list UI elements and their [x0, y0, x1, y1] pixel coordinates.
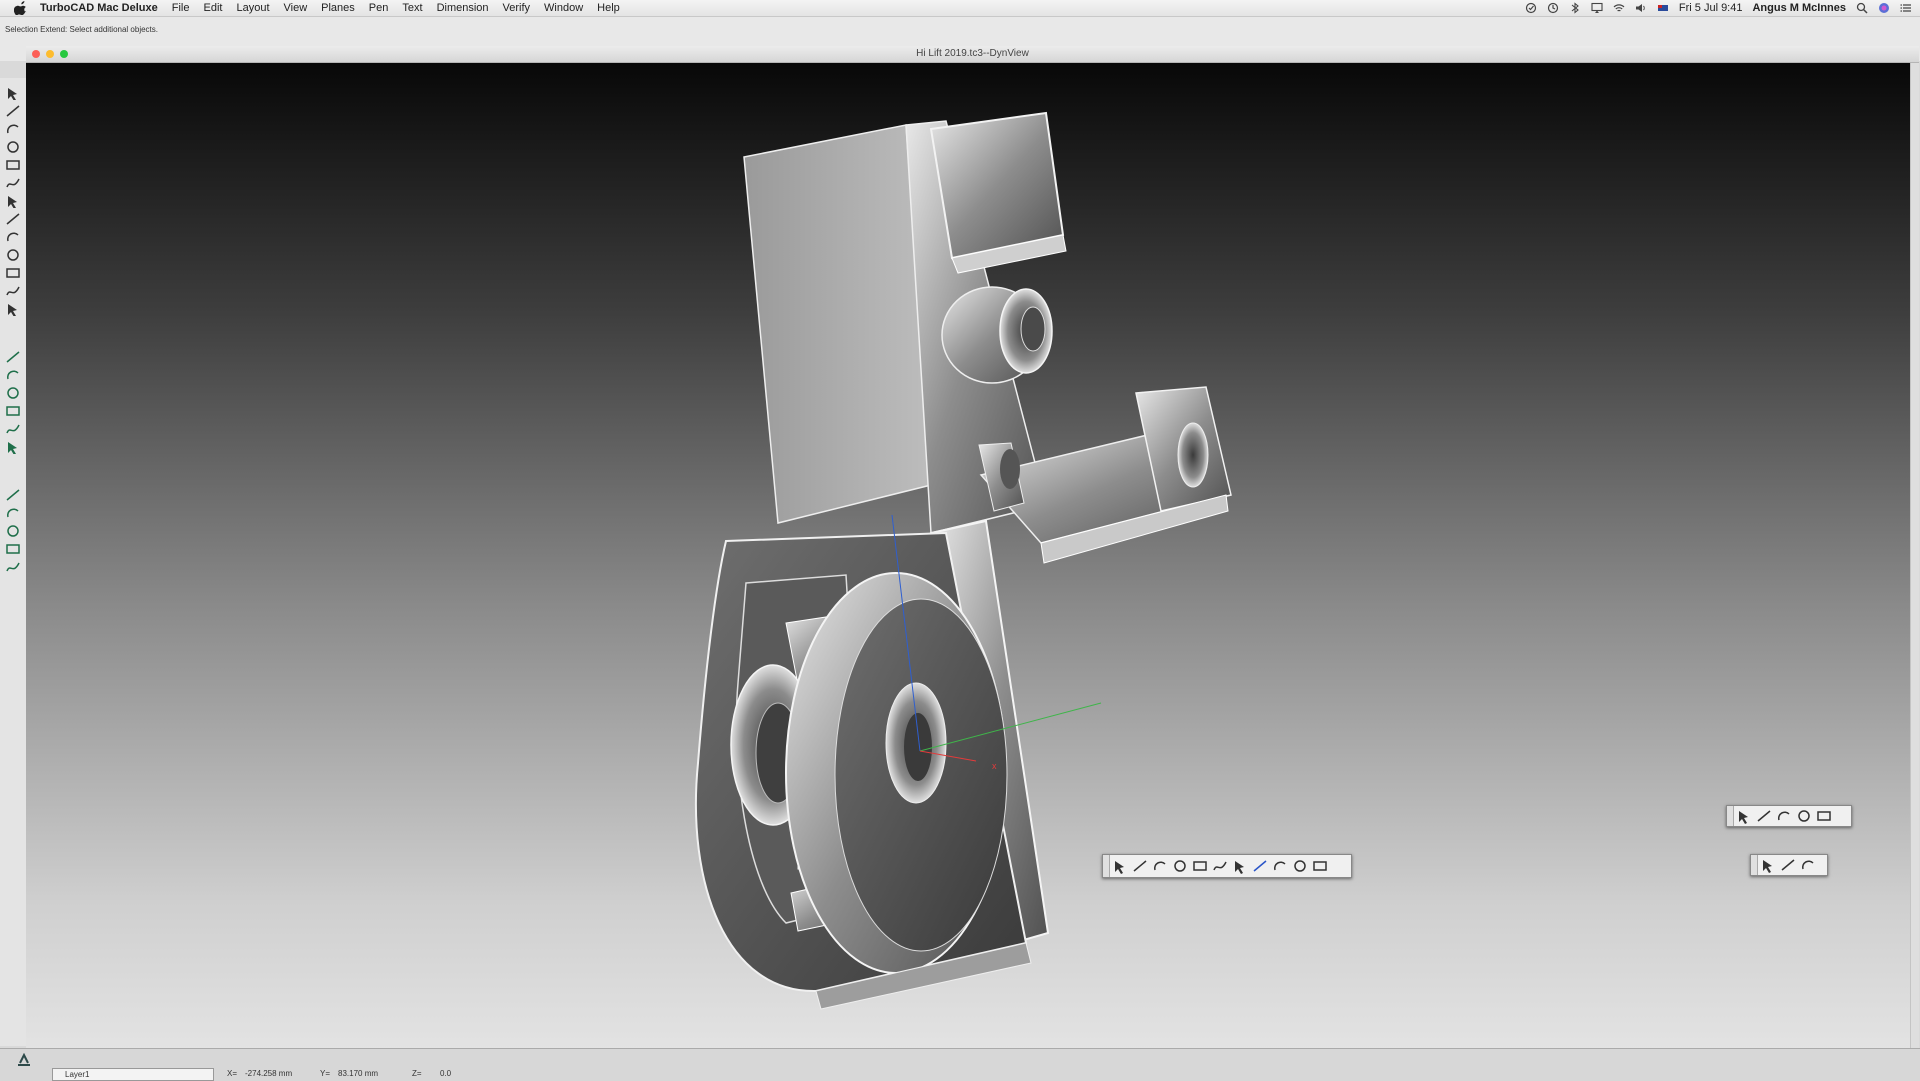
z-coord-label: Z=: [412, 1069, 422, 1078]
menu-help[interactable]: Help: [597, 2, 620, 14]
auto-dimension-icon[interactable]: [5, 230, 21, 244]
render-icon[interactable]: [5, 542, 21, 556]
menu-user[interactable]: Angus M McInnes: [1752, 2, 1846, 14]
arc-icon[interactable]: [5, 122, 21, 136]
boolean-icon[interactable]: [5, 440, 21, 455]
apple-icon[interactable]: [14, 1, 28, 15]
snap-line2-icon[interactable]: [1754, 806, 1774, 826]
orbit-icon[interactable]: [1170, 856, 1190, 876]
notification-center-icon[interactable]: [1900, 2, 1912, 14]
menu-bar: TurboCAD Mac Deluxe File Edit Layout Vie…: [0, 0, 1920, 17]
menu-clock[interactable]: Fri 5 Jul 9:41: [1679, 2, 1743, 14]
box-3d-icon[interactable]: [5, 350, 21, 364]
airplay-icon[interactable]: [1591, 2, 1603, 14]
material-icon[interactable]: [5, 560, 21, 574]
solid-edit-icon[interactable]: [5, 524, 21, 538]
wireframe-icon[interactable]: [1290, 856, 1310, 876]
volume-icon[interactable]: [1635, 2, 1647, 14]
zoom-icon[interactable]: [1110, 856, 1130, 876]
text-icon[interactable]: [5, 212, 21, 226]
app-name-menu[interactable]: TurboCAD Mac Deluxe: [40, 2, 158, 14]
menu-verify[interactable]: Verify: [503, 2, 531, 14]
menu-layout[interactable]: Layout: [236, 2, 269, 14]
section-icon[interactable]: [5, 488, 21, 502]
pointer-icon[interactable]: [1758, 855, 1778, 875]
trim-icon[interactable]: [5, 266, 21, 280]
select-icon[interactable]: [5, 86, 21, 101]
curve-icon[interactable]: [5, 194, 21, 209]
ellipse-icon[interactable]: [5, 158, 21, 172]
perspective-icon[interactable]: [1310, 856, 1330, 876]
menu-file[interactable]: File: [172, 2, 190, 14]
y-coord-value[interactable]: 83.170 mm: [338, 1069, 378, 1078]
toolbar-grip[interactable]: [1751, 855, 1758, 875]
view-toolbar: [1102, 854, 1352, 878]
input-flag-icon[interactable]: [1657, 2, 1669, 14]
menu-window[interactable]: Window: [544, 2, 583, 14]
extend-icon[interactable]: [5, 284, 21, 298]
extrude-icon[interactable]: [5, 368, 21, 382]
face-icon[interactable]: [5, 506, 21, 520]
vertical-scrollbar[interactable]: [1910, 63, 1919, 1050]
menu-extras: Fri 5 Jul 9:41 Angus M McInnes: [1525, 0, 1912, 16]
window-titlebar[interactable]: Hi Lift 2019.tc3--DynView: [26, 46, 1919, 63]
x-coord-value[interactable]: -274.258 mm: [245, 1069, 292, 1078]
fillet-icon[interactable]: [5, 248, 21, 262]
z-coord-value[interactable]: 0.0: [440, 1069, 451, 1078]
toolbar-grip[interactable]: [1103, 855, 1110, 877]
menu-text[interactable]: Text: [402, 2, 422, 14]
minimize-button[interactable]: [46, 50, 54, 58]
menu-pen[interactable]: Pen: [369, 2, 389, 14]
model-3d[interactable]: x: [26, 63, 1911, 1050]
sync-icon[interactable]: [1525, 2, 1537, 14]
cursor-mode-icon[interactable]: [16, 1053, 32, 1067]
pick-icon[interactable]: [1778, 855, 1798, 875]
snap-toolbar: [1726, 805, 1852, 827]
line-icon[interactable]: [5, 104, 21, 118]
select-toolbar: [1750, 854, 1828, 876]
snap-zigzag-icon[interactable]: [1774, 806, 1794, 826]
view-front-icon[interactable]: [1230, 856, 1250, 876]
circle-icon[interactable]: [5, 140, 21, 154]
rectangle-icon[interactable]: [5, 176, 21, 190]
menu-view[interactable]: View: [284, 2, 308, 14]
layer-selector[interactable]: Layer1: [52, 1068, 214, 1081]
close-button[interactable]: [32, 50, 40, 58]
status-bar: Layer1 X= -274.258 mm Y= 83.170 mm Z= 0.…: [0, 1048, 1920, 1081]
revolve-icon[interactable]: [5, 386, 21, 400]
snap-grid-icon[interactable]: [1814, 806, 1834, 826]
zoom-button[interactable]: [60, 50, 68, 58]
move-icon[interactable]: [1150, 856, 1170, 876]
snap-line-icon[interactable]: [1734, 806, 1754, 826]
wifi-icon[interactable]: [1613, 2, 1625, 14]
transform-icon[interactable]: [5, 302, 21, 317]
bluetooth-icon[interactable]: [1569, 2, 1581, 14]
document-window: Hi Lift 2019.tc3--DynView x: [26, 46, 1919, 1050]
y-coord-label: Y=: [320, 1069, 331, 1078]
layer-name: Layer1: [65, 1070, 90, 1079]
drawing-viewport[interactable]: x: [26, 63, 1911, 1050]
prompt-text: Selection Extend: Select additional obje…: [5, 25, 158, 34]
spotlight-search-icon[interactable]: [1856, 2, 1868, 14]
time-machine-icon[interactable]: [1547, 2, 1559, 14]
x-coord-label: X=: [227, 1069, 238, 1078]
svg-text:x: x: [992, 761, 997, 771]
view-iso-icon[interactable]: [1210, 856, 1230, 876]
siri-icon[interactable]: [1878, 2, 1890, 14]
left-tool-palette: [0, 78, 27, 1046]
snap-angle-icon[interactable]: [1794, 806, 1814, 826]
pan-icon[interactable]: [1130, 856, 1150, 876]
menu-edit[interactable]: Edit: [204, 2, 223, 14]
view-cube-icon[interactable]: [1190, 856, 1210, 876]
select-edit-icon[interactable]: [1798, 855, 1818, 875]
loft-icon[interactable]: [5, 422, 21, 436]
materials-icon[interactable]: [1270, 856, 1290, 876]
sweep-icon[interactable]: [5, 404, 21, 418]
menu-dimension[interactable]: Dimension: [437, 2, 489, 14]
window-title: Hi Lift 2019.tc3--DynView: [916, 48, 1029, 59]
menu-planes[interactable]: Planes: [321, 2, 355, 14]
toolbar-grip[interactable]: [1727, 806, 1734, 826]
shaded-icon[interactable]: [1250, 856, 1270, 876]
